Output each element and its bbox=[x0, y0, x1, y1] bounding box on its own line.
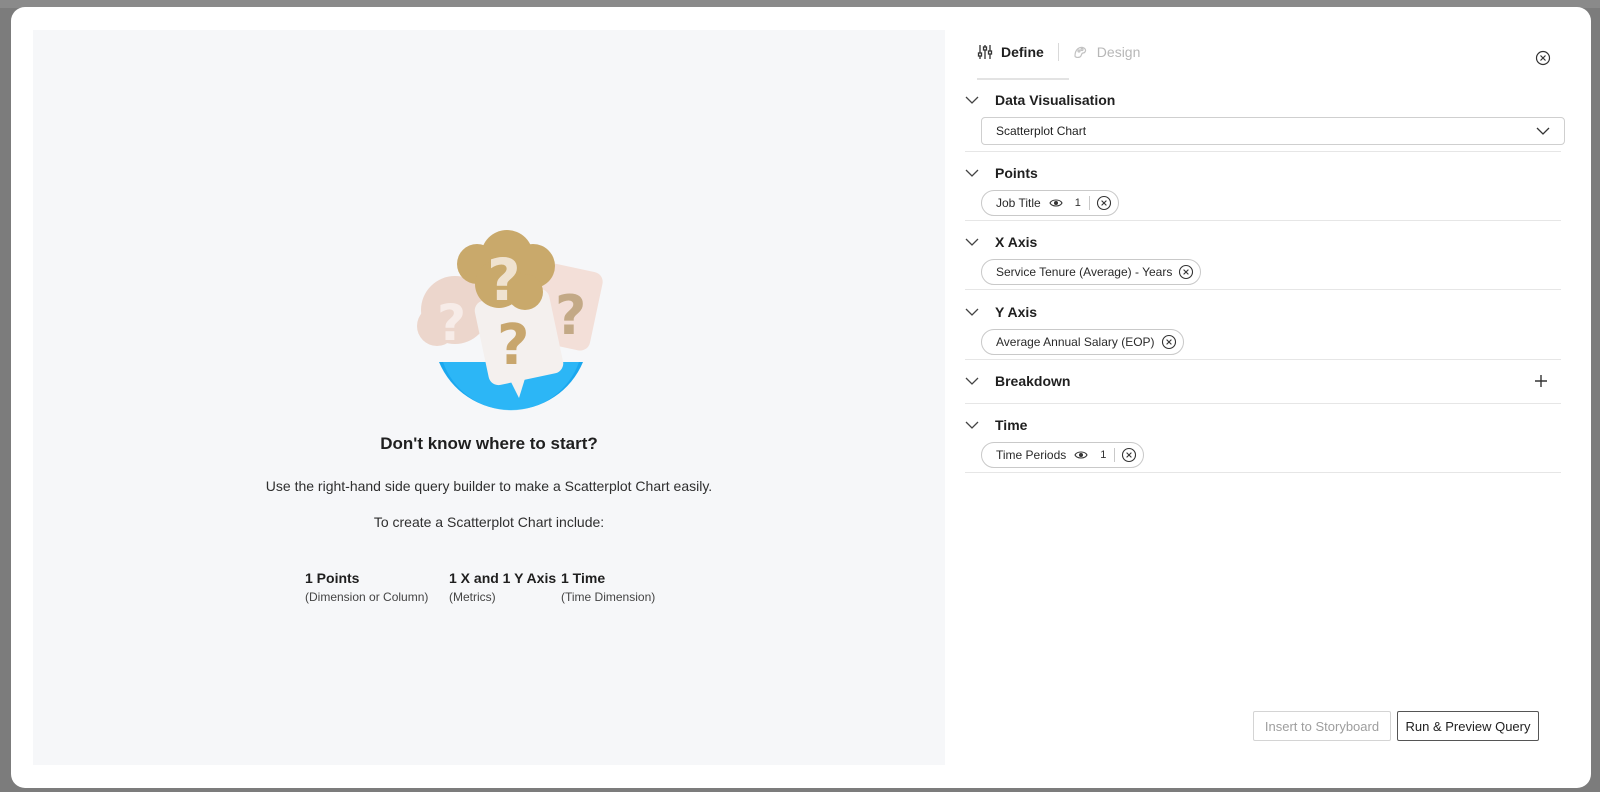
tab-design[interactable]: Design bbox=[1073, 40, 1141, 64]
question-marks-illustration: ? ? ? ? bbox=[417, 230, 603, 411]
svg-text:?: ? bbox=[497, 313, 529, 378]
tab-separator bbox=[1057, 43, 1059, 61]
section-title: Y Axis bbox=[995, 304, 1038, 320]
chevron-down-icon[interactable] bbox=[965, 371, 987, 391]
remove-circle-icon[interactable] bbox=[1121, 447, 1137, 463]
section-time: Time Time Periods 1 bbox=[965, 415, 1561, 473]
sliders-icon bbox=[977, 45, 993, 59]
y-axis-pill[interactable]: Average Annual Salary (EOP) bbox=[981, 329, 1184, 355]
remove-circle-icon[interactable] bbox=[1161, 334, 1177, 350]
pill-label: Service Tenure (Average) - Years bbox=[996, 265, 1173, 279]
section-title: X Axis bbox=[995, 234, 1038, 250]
section-title: Points bbox=[995, 165, 1038, 181]
chart-type-value: Scatterplot Chart bbox=[996, 124, 1087, 138]
tab-define[interactable]: Define bbox=[977, 40, 1044, 64]
eye-icon[interactable] bbox=[1049, 197, 1065, 209]
svg-text:?: ? bbox=[437, 294, 466, 352]
plus-icon[interactable] bbox=[1533, 373, 1549, 389]
pill-label: Average Annual Salary (EOP) bbox=[996, 335, 1155, 349]
section-title: Data Visualisation bbox=[995, 92, 1116, 108]
empty-state-title: Don't know where to start? bbox=[380, 434, 598, 453]
query-builder-modal: ? ? ? ? Don't know where to start? Use t… bbox=[11, 7, 1591, 788]
insert-to-storyboard-button[interactable]: Insert to Storyboard bbox=[1253, 711, 1391, 741]
empty-state-subtitle: Use the right-hand side query builder to… bbox=[265, 478, 713, 494]
empty-state-subtitle-2: To create a Scatterplot Chart include: bbox=[373, 514, 605, 530]
requirement-points: 1 Points (Dimension or Column) bbox=[305, 570, 429, 604]
section-y-axis: Y Axis Average Annual Salary (EOP) bbox=[965, 302, 1561, 360]
remove-circle-icon[interactable] bbox=[1096, 195, 1112, 211]
chevron-down-icon bbox=[1536, 127, 1550, 135]
svg-text:?: ? bbox=[555, 284, 586, 347]
run-preview-query-button[interactable]: Run & Preview Query bbox=[1397, 711, 1539, 741]
points-pill[interactable]: Job Title 1 bbox=[981, 190, 1119, 216]
remove-circle-icon[interactable] bbox=[1178, 264, 1194, 280]
eye-icon[interactable] bbox=[1074, 449, 1090, 461]
section-title: Time bbox=[995, 417, 1028, 433]
svg-text:?: ? bbox=[487, 246, 521, 314]
section-breakdown: Breakdown bbox=[965, 371, 1561, 404]
section-data-visualisation: Data Visualisation Scatterplot Chart bbox=[965, 90, 1565, 152]
chevron-down-icon[interactable] bbox=[965, 302, 987, 322]
tab-design-label: Design bbox=[1096, 44, 1141, 60]
query-builder-panel: Define Design Data Visualisation Scatter… bbox=[945, 7, 1591, 788]
close-icon[interactable] bbox=[1535, 50, 1551, 66]
preview-area: ? ? ? ? Don't know where to start? Use t… bbox=[33, 30, 945, 765]
pill-label: Time Periods bbox=[996, 448, 1067, 462]
pill-label: Job Title bbox=[996, 196, 1041, 210]
section-points: Points Job Title 1 bbox=[965, 163, 1561, 221]
tab-bar: Define Design bbox=[977, 40, 1140, 80]
time-pill[interactable]: Time Periods 1 bbox=[981, 442, 1145, 468]
section-x-axis: X Axis Service Tenure (Average) - Years bbox=[965, 232, 1561, 290]
requirement-time: 1 Time (Time Dimension) bbox=[561, 570, 656, 604]
section-title: Breakdown bbox=[995, 373, 1071, 389]
pill-count: 1 bbox=[1096, 448, 1116, 462]
requirement-axes: 1 X and 1 Y Axis (Metrics) bbox=[449, 570, 557, 604]
chevron-down-icon[interactable] bbox=[965, 163, 987, 183]
pill-count: 1 bbox=[1071, 196, 1090, 210]
tab-define-label: Define bbox=[1001, 44, 1044, 60]
palette-icon bbox=[1074, 46, 1086, 59]
active-tab-underline bbox=[977, 78, 1069, 80]
chevron-down-icon[interactable] bbox=[965, 415, 987, 435]
chevron-down-icon[interactable] bbox=[965, 90, 987, 110]
x-axis-pill[interactable]: Service Tenure (Average) - Years bbox=[981, 259, 1202, 285]
chart-type-select[interactable]: Scatterplot Chart bbox=[981, 117, 1565, 145]
chevron-down-icon[interactable] bbox=[965, 232, 987, 252]
